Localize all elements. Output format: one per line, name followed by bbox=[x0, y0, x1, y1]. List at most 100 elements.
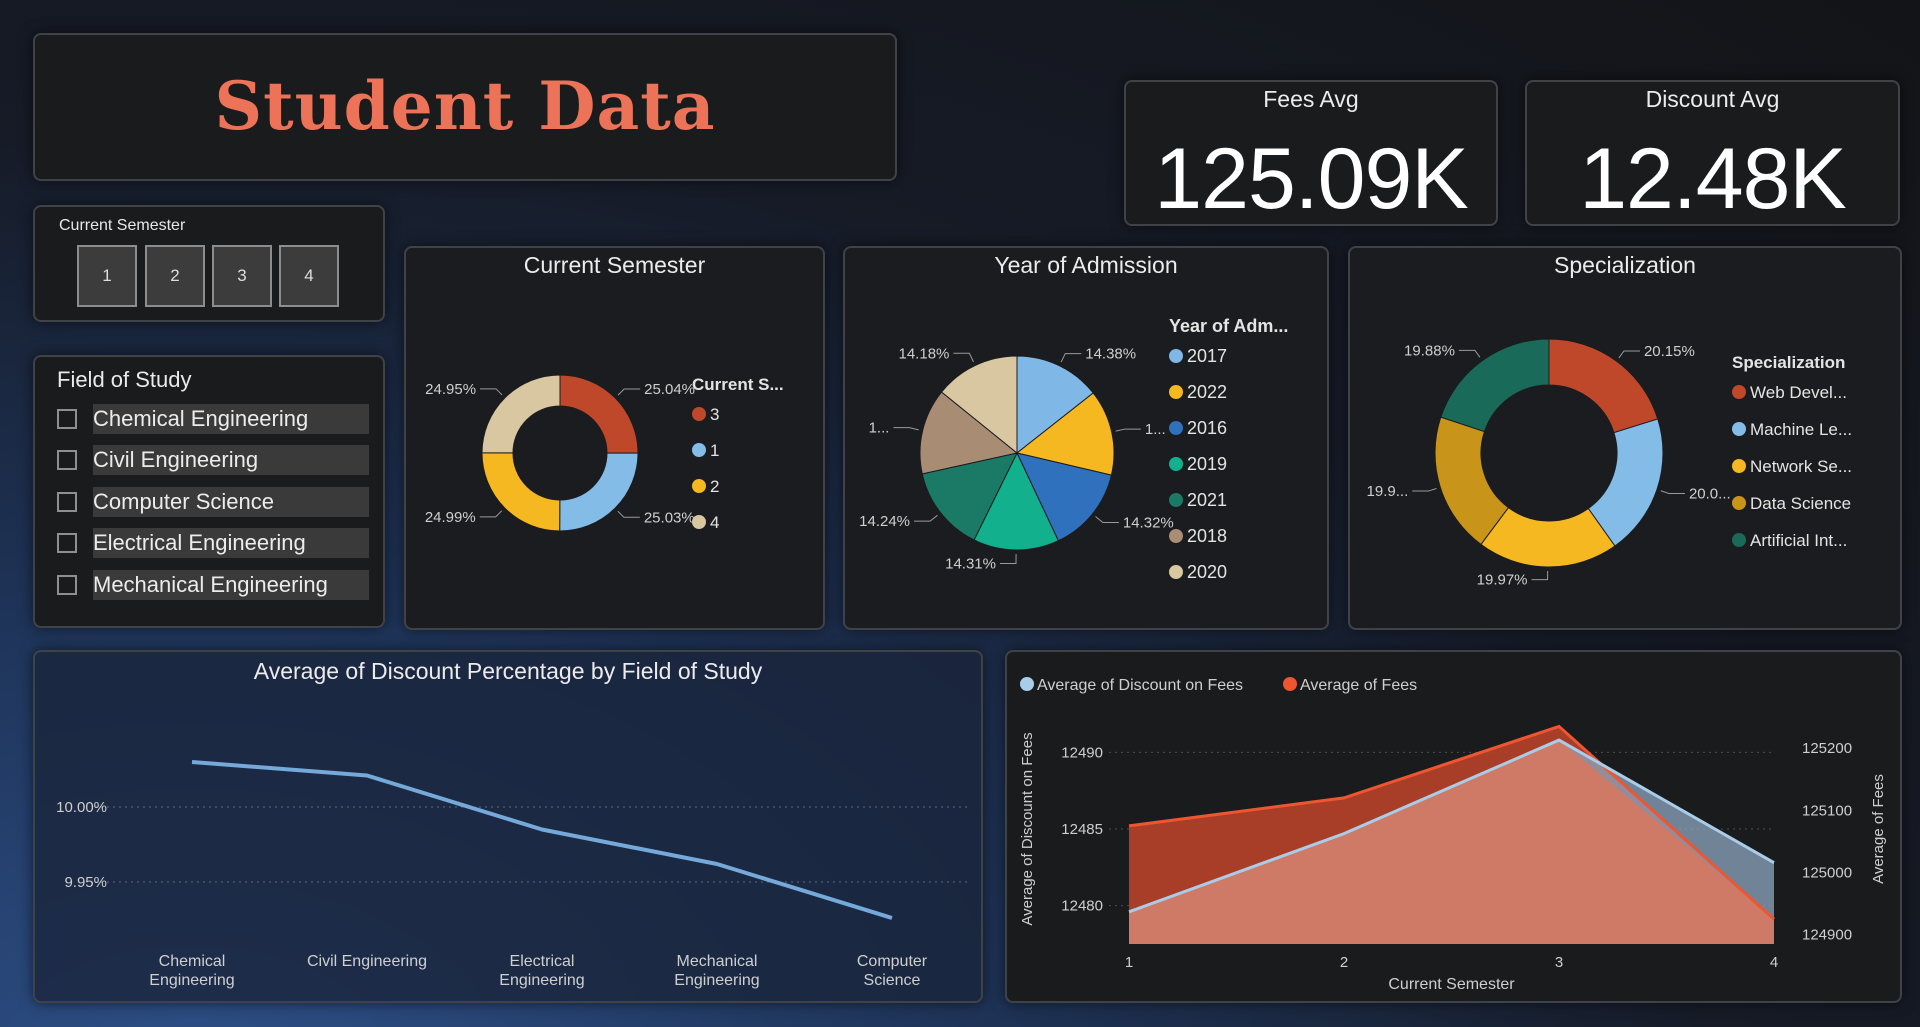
legend-label: 2022 bbox=[1187, 382, 1227, 402]
slice-leader-line bbox=[1412, 487, 1437, 492]
legend-marker bbox=[1169, 385, 1183, 399]
legend-label: 2 bbox=[710, 477, 719, 496]
title-card: Student Data bbox=[33, 33, 897, 181]
field-option-chemical[interactable]: Chemical Engineering bbox=[57, 404, 373, 434]
legend-title: Current S... bbox=[692, 375, 784, 394]
x-tick-label: 1 bbox=[1125, 954, 1133, 971]
slice-data-label: 19.97% bbox=[1477, 572, 1528, 589]
legend-label: 2020 bbox=[1187, 562, 1227, 582]
legend-marker bbox=[1169, 457, 1183, 471]
legend-label: 1 bbox=[710, 441, 719, 460]
checkbox[interactable] bbox=[57, 492, 77, 512]
slice bbox=[1548, 338, 1659, 434]
checkbox[interactable] bbox=[57, 409, 77, 429]
legend-marker bbox=[692, 479, 706, 493]
legend-marker bbox=[1283, 677, 1297, 691]
discount-fees-by-semester-chart-panel: 12480 12485 12490 124900 125000 125100 125200 1… bbox=[1005, 650, 1902, 1003]
legend-marker bbox=[1020, 677, 1034, 691]
y-left-tick-label: 12485 bbox=[1061, 821, 1103, 838]
y-right-tick-label: 125200 bbox=[1802, 740, 1852, 757]
slice-leader-line bbox=[1060, 353, 1082, 363]
legend-marker bbox=[1732, 385, 1746, 399]
current-semester-donut: 25.04% 25.03% 24.99% 24.95% Current S... 3 1 2 4 bbox=[425, 374, 784, 532]
legend-marker bbox=[1169, 493, 1183, 507]
y-tick-label: 9.95% bbox=[64, 874, 107, 891]
semester-button-1[interactable]: 1 bbox=[77, 245, 137, 307]
legend-title: Specialization bbox=[1732, 353, 1845, 372]
slice-leader-line bbox=[1458, 349, 1481, 358]
legend-marker bbox=[1169, 421, 1183, 435]
kpi-value-discount: 12.48K bbox=[1579, 131, 1847, 227]
x-tick-label: Electrical Engineering bbox=[499, 953, 584, 989]
semester-button-4[interactable]: 4 bbox=[279, 245, 339, 307]
y-right-tick-label: 125000 bbox=[1802, 865, 1852, 882]
legend-label: 2016 bbox=[1187, 418, 1227, 438]
legend-label: Network Se... bbox=[1750, 457, 1852, 476]
legend-marker bbox=[1169, 529, 1183, 543]
kpi-label-discount: Discount Avg bbox=[1645, 86, 1780, 112]
legend-label: Web Devel... bbox=[1750, 383, 1847, 402]
y-left-axis-title: Average of Discount on Fees bbox=[1019, 732, 1036, 925]
field-option-label: Civil Engineering bbox=[93, 445, 369, 475]
year-of-admission-pie: 14.38% 1... 14.32% 14.31% 14.24% 1... 14.18% Ye… bbox=[859, 316, 1288, 582]
slice-leader-line bbox=[999, 553, 1017, 564]
legend-marker bbox=[1169, 349, 1183, 363]
slice-leader-line bbox=[953, 352, 974, 363]
kpi-value-fees: 125.09K bbox=[1154, 131, 1468, 227]
page-title: Student Data bbox=[214, 67, 716, 145]
slice-data-label: 25.04% bbox=[644, 381, 695, 398]
legend-title: Year of Adm... bbox=[1169, 316, 1288, 336]
legend-marker bbox=[1732, 533, 1746, 547]
field-of-study-slicer: Field of Study Chemical Engineering Civi… bbox=[33, 355, 385, 628]
slice bbox=[559, 452, 639, 532]
slice bbox=[481, 374, 561, 454]
checkbox[interactable] bbox=[57, 533, 77, 553]
slice-data-label: 1... bbox=[869, 420, 890, 437]
kpi-card-discount: Discount Avg 12.48K bbox=[1525, 80, 1900, 227]
field-option-civil[interactable]: Civil Engineering bbox=[57, 445, 373, 475]
legend-label: Machine Le... bbox=[1750, 420, 1852, 439]
checkbox[interactable] bbox=[57, 450, 77, 470]
slice-leader-line bbox=[1618, 350, 1640, 359]
slice-leader-line bbox=[617, 510, 640, 518]
legend-marker bbox=[1732, 422, 1746, 436]
slice-leader-line bbox=[1095, 516, 1119, 524]
x-tick-label: 3 bbox=[1555, 954, 1563, 971]
legend-label: 4 bbox=[710, 513, 719, 532]
slice-leader-line bbox=[1531, 570, 1549, 581]
legend-label: 2018 bbox=[1187, 526, 1227, 546]
slice-data-label: 1... bbox=[1145, 421, 1166, 438]
checkbox[interactable] bbox=[57, 575, 77, 595]
slice-data-label: 14.24% bbox=[859, 513, 910, 530]
specialization-donut: 20.15% 20.0... 19.97% 19.9... 19.88% Speciali… bbox=[1367, 338, 1852, 589]
field-option-label: Mechanical Engineering bbox=[93, 570, 369, 600]
field-option-mechanical[interactable]: Mechanical Engineering bbox=[57, 570, 373, 600]
x-tick-label: Computer Science bbox=[857, 953, 928, 989]
slice-data-label: 19.9... bbox=[1367, 483, 1409, 500]
semester-button-3[interactable]: 3 bbox=[212, 245, 272, 307]
kpi-label-fees: Fees Avg bbox=[1263, 86, 1359, 112]
semester-button-2[interactable]: 2 bbox=[145, 245, 205, 307]
field-option-electrical[interactable]: Electrical Engineering bbox=[57, 528, 373, 558]
discount-by-field-chart-panel: Average of Discount Percentage by Field … bbox=[33, 650, 983, 1003]
legend-label: Data Science bbox=[1750, 494, 1851, 513]
x-tick-label: 2 bbox=[1340, 954, 1348, 971]
y-right-tick-label: 124900 bbox=[1802, 927, 1852, 944]
y-left-tick-label: 12480 bbox=[1061, 898, 1103, 915]
field-option-label: Chemical Engineering bbox=[93, 404, 369, 434]
field-option-label: Electrical Engineering bbox=[93, 528, 369, 558]
legend-label: Artificial Int... bbox=[1750, 531, 1847, 550]
discount-by-field-line-chart: 10.00% 9.95% Chemical Engineering Civil Engi… bbox=[56, 760, 970, 989]
slice bbox=[1440, 338, 1550, 433]
slice-data-label: 19.88% bbox=[1404, 342, 1455, 359]
x-tick-label: Chemical Engineering bbox=[149, 953, 234, 989]
slice-data-label: 20.15% bbox=[1644, 343, 1695, 360]
legend-marker bbox=[1169, 565, 1183, 579]
slice-leader-line bbox=[914, 514, 938, 522]
specialization-chart-panel: Specialization 20.15% 20.0... 19.97% 19.9..… bbox=[1348, 246, 1902, 630]
legend-marker bbox=[692, 443, 706, 457]
legend-label: 2019 bbox=[1187, 454, 1227, 474]
slice bbox=[481, 452, 561, 532]
field-option-computer[interactable]: Computer Science bbox=[57, 487, 373, 517]
legend-label: Average of Fees bbox=[1300, 677, 1417, 694]
